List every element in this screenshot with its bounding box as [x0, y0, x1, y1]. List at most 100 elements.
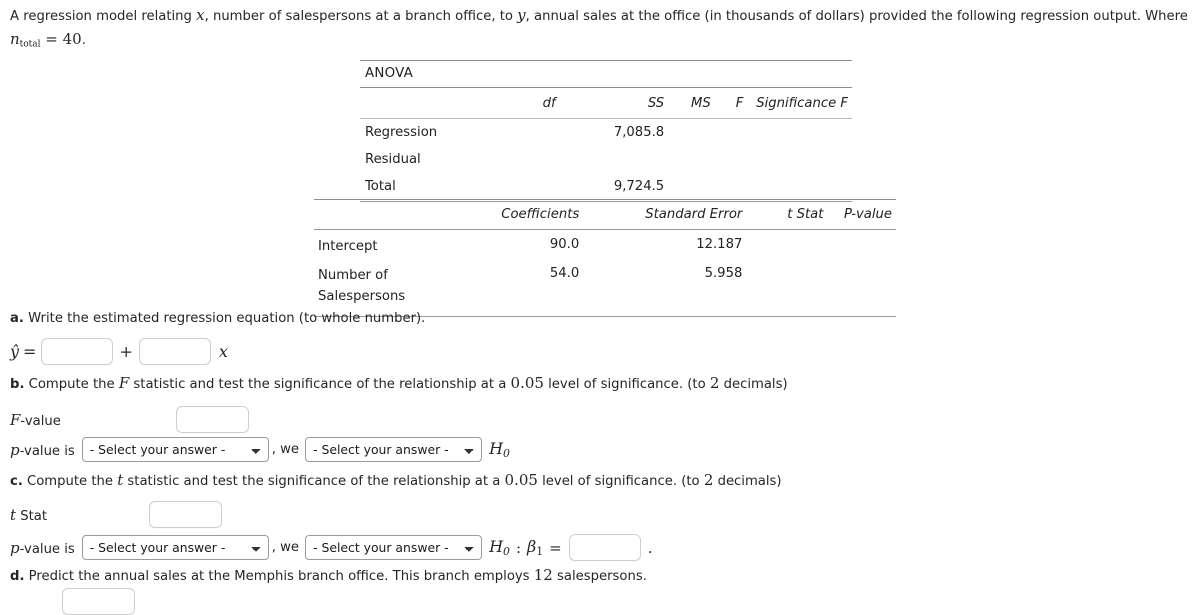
anova-regression-f	[715, 119, 748, 147]
p-value-comparison-select-c[interactable]: - Select your answer -	[81, 535, 269, 560]
anova-regression-ss: 7,085.8	[613, 125, 665, 140]
f-value-input[interactable]	[176, 406, 249, 433]
part-b-label: b.	[10, 377, 25, 392]
part-c-alpha: 0.05	[504, 471, 538, 489]
coefficients-label-salespersons: Number of Salespersons	[314, 258, 456, 317]
f-value-label: F-value	[10, 411, 170, 429]
anova-total-df	[491, 173, 578, 202]
coefficients-table: Coefficients Standard Error t Stat P-val…	[314, 199, 896, 317]
f-value-label-text: -value	[20, 413, 61, 429]
f-statistic-symbol: F	[118, 374, 130, 392]
n-symbol: n	[10, 30, 20, 49]
t-stat-row: t Stat	[10, 501, 222, 528]
anova-header-f: F	[714, 87, 748, 119]
part-d-label: d.	[10, 569, 25, 584]
t-stat-input[interactable]	[149, 501, 222, 528]
anova-header-significance-f: Significance F	[747, 87, 852, 119]
part-c-pvalue-row: p-value is - Select your answer - , we -…	[10, 534, 653, 561]
p-value-symbol-b: p	[10, 440, 20, 459]
part-b-prompt: b. Compute the F statistic and test the …	[10, 374, 788, 392]
plus-sign: +	[119, 342, 133, 361]
coefficients-salespersons-t-stat	[764, 258, 830, 317]
intercept-input[interactable]	[41, 338, 114, 365]
intro-period: .	[81, 33, 86, 49]
t-stat-label: t Stat	[10, 506, 143, 524]
part-d-answer-row	[62, 588, 135, 615]
problem-statement: A regression model relating x, number of…	[10, 3, 1190, 52]
anova-regression-ms	[670, 119, 715, 147]
anova-label-regression: Regression	[365, 125, 438, 140]
h-subscript-c: 0	[503, 545, 510, 559]
p-value-comparison-select-b[interactable]: - Select your answer -	[81, 437, 269, 462]
coefficients-intercept-coefficient: 90.0	[549, 237, 580, 252]
beta-subscript: 1	[536, 545, 544, 559]
part-c-decimals: 2	[703, 471, 714, 489]
n-subscript: total	[19, 39, 41, 50]
coefficients-header-p-value: P-value	[829, 199, 896, 230]
coefficients-header-coefficients: Coefficients	[455, 199, 608, 230]
part-c-text-2: statistic and test the significance of t…	[123, 474, 505, 489]
anova-title-row: ANOVA	[360, 60, 852, 88]
hypothesis-decision-select-c[interactable]: - Select your answer -	[305, 535, 483, 560]
anova-total-ss: 9,724.5	[577, 173, 671, 202]
part-b-pvalue-row: p-value is - Select your answer - , we -…	[10, 437, 510, 462]
coefficients-header-t-stat: t Stat	[764, 199, 830, 230]
coefficients-salespersons-p-value	[829, 258, 896, 317]
x-variable-symbol: x	[218, 342, 228, 361]
part-b-decimals: 2	[709, 374, 720, 392]
coefficients-salespersons-standard-error: 5.958	[607, 258, 765, 317]
coefficients-intercept-t-stat	[764, 230, 829, 259]
f-value-label-symbol: F	[10, 410, 21, 429]
beta-letter: β	[527, 536, 537, 556]
part-b-pvalue-label: p-value is	[10, 441, 75, 459]
anova-total-f	[714, 173, 748, 202]
equals-sign: =	[23, 342, 37, 361]
anova-row-total: Total 9,724.5	[360, 173, 852, 202]
anova-title: ANOVA	[360, 60, 852, 88]
part-b-text-3: level of significance. (to	[543, 377, 710, 392]
n-value: 40	[62, 30, 82, 49]
anova-residual-f	[715, 146, 748, 173]
part-a-label: a.	[10, 311, 24, 326]
worksheet-page: A regression model relating x , number of…	[0, 0, 1200, 615]
beta-symbol: β1	[527, 537, 543, 558]
coefficients-row-intercept: Intercept 90.0 12.187	[314, 230, 896, 259]
anova-residual-significance-f	[747, 146, 852, 173]
part-d-text-2: salespersons.	[552, 569, 647, 584]
coefficients-header-row: Coefficients Standard Error t Stat P-val…	[314, 199, 896, 230]
anova-header-blank	[360, 87, 491, 119]
part-c-period: .	[647, 538, 653, 557]
slope-input[interactable]	[138, 338, 211, 365]
anova-header-row: df SS MS F Significance F	[360, 87, 852, 119]
part-d-answer-input[interactable]	[62, 588, 135, 615]
anova-residual-df	[491, 146, 578, 173]
anova-table: ANOVA df SS MS F Significance F Regressi…	[360, 60, 852, 202]
anova-residual-ss	[578, 146, 671, 173]
anova-header-df: df	[491, 87, 578, 119]
hypothesis-decision-select-b[interactable]: - Select your answer -	[305, 437, 483, 462]
part-b-alpha: 0.05	[510, 374, 544, 392]
anova-regression-significance-f	[747, 119, 852, 147]
h-symbol-b: H	[489, 438, 504, 458]
f-value-row: F-value	[10, 406, 249, 433]
coefficients-intercept-p-value	[829, 230, 896, 259]
coefficients-row-salespersons: Number of Salespersons 54.0 5.958	[314, 258, 896, 317]
coefficients-salespersons-coefficient: 54.0	[455, 258, 608, 317]
part-d-salespersons-count: 12	[533, 566, 553, 584]
h-subscript-b: 0	[503, 447, 510, 461]
part-c-label: c.	[10, 474, 23, 489]
n-equals: =	[40, 30, 63, 49]
intro-text-1: A regression model relating	[10, 9, 197, 24]
anova-total-ms	[670, 173, 715, 202]
beta-value-input[interactable]	[568, 534, 641, 561]
part-b-text-1: Compute the	[24, 377, 119, 392]
null-hypothesis-symbol-c: H0	[489, 537, 510, 558]
t-stat-label-text: Stat	[16, 508, 48, 524]
part-c-pvalue-label: p-value is	[10, 539, 75, 557]
part-c-text-1: Compute the	[22, 474, 118, 489]
part-b-text-2: statistic and test the significance of t…	[129, 377, 511, 392]
part-c-comma-we: , we	[271, 540, 300, 555]
intro-text-2: , number of salespersons at a branch off…	[204, 9, 518, 24]
p-value-label-text-c: -value is	[19, 541, 75, 557]
coefficients-header-standard-error: Standard Error	[607, 199, 765, 230]
